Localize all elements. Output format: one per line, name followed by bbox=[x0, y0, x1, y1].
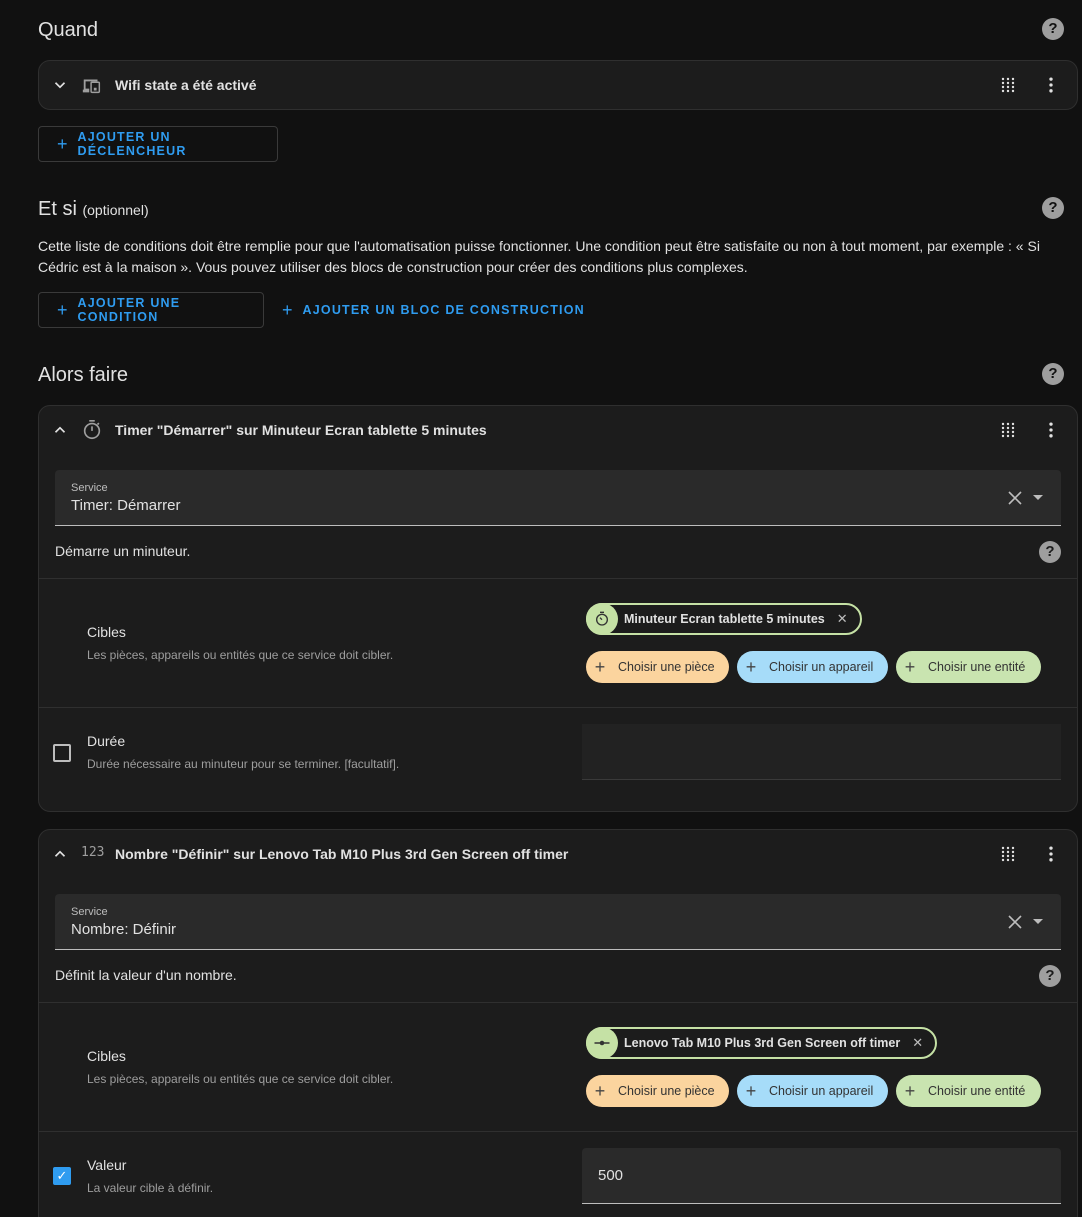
timer-icon bbox=[83, 420, 101, 440]
add-block-label: AJOUTER UN BLOC DE CONSTRUCTION bbox=[302, 303, 585, 317]
help-icon[interactable]: ? bbox=[1039, 965, 1061, 987]
target-entity-chip[interactable]: Minuteur Ecran tablette 5 minutes ✕ bbox=[586, 603, 862, 635]
choose-area-chip[interactable]: + Choisir une pièce bbox=[586, 1075, 729, 1107]
value-input[interactable]: 500 bbox=[582, 1148, 1061, 1204]
numeric-icon: 123 bbox=[81, 845, 105, 860]
section-title-alors: Alors faire bbox=[38, 364, 129, 386]
targets-title: Cibles bbox=[87, 624, 126, 640]
plus-icon: + bbox=[594, 656, 606, 677]
plus-icon: + bbox=[57, 133, 68, 154]
field-title: Durée bbox=[87, 733, 126, 749]
add-trigger-label: AJOUTER UN DÉCLENCHEUR bbox=[77, 130, 187, 158]
chevron-up-icon[interactable] bbox=[51, 845, 69, 863]
service-label: Service bbox=[71, 906, 108, 918]
more-vert-icon[interactable] bbox=[1041, 844, 1061, 864]
section-title-etsi: Et si (optionnel) bbox=[38, 198, 149, 221]
action-title: Nombre "Définir" sur Lenovo Tab M10 Plus… bbox=[115, 846, 569, 862]
dropdown-arrow-icon[interactable] bbox=[1033, 919, 1043, 924]
choose-area-label: Choisir une pièce bbox=[618, 660, 715, 674]
target-entity-label: Lenovo Tab M10 Plus 3rd Gen Screen off t… bbox=[624, 1036, 901, 1050]
value-checkbox[interactable]: ✓ bbox=[53, 1167, 71, 1185]
choose-device-chip[interactable]: + Choisir un appareil bbox=[737, 1075, 888, 1107]
target-entity-label: Minuteur Ecran tablette 5 minutes bbox=[624, 612, 825, 626]
choose-entity-label: Choisir une entité bbox=[928, 660, 1026, 674]
action-header[interactable]: 123 Nombre "Définir" sur Lenovo Tab M10 … bbox=[39, 830, 1077, 878]
timer-outline-icon bbox=[586, 603, 618, 635]
remove-chip-icon[interactable]: ✕ bbox=[912, 1035, 923, 1051]
add-trigger-button[interactable]: + AJOUTER UN DÉCLENCHEUR bbox=[38, 126, 278, 162]
duration-input[interactable] bbox=[582, 724, 1061, 780]
drag-handle-icon[interactable] bbox=[1001, 77, 1015, 93]
target-entity-chip[interactable]: Lenovo Tab M10 Plus 3rd Gen Screen off t… bbox=[586, 1027, 938, 1059]
choose-device-label: Choisir un appareil bbox=[769, 660, 874, 674]
action-card: 123 Nombre "Définir" sur Lenovo Tab M10 … bbox=[38, 829, 1078, 1217]
help-icon[interactable]: ? bbox=[1042, 18, 1064, 40]
value-text: 500 bbox=[598, 1167, 624, 1184]
service-value: Nombre: Définir bbox=[71, 921, 177, 938]
plus-icon: + bbox=[745, 656, 757, 677]
ray-vertex-icon bbox=[586, 1027, 618, 1059]
help-icon[interactable]: ? bbox=[1039, 541, 1061, 563]
choose-area-label: Choisir une pièce bbox=[618, 1084, 715, 1098]
remove-chip-icon[interactable]: ✕ bbox=[837, 611, 848, 627]
add-condition-button[interactable]: + AJOUTER UNE CONDITION bbox=[38, 292, 264, 328]
add-building-block-button[interactable]: + AJOUTER UN BLOC DE CONSTRUCTION bbox=[282, 292, 585, 328]
targets-title: Cibles bbox=[87, 1048, 126, 1064]
field-subtitle: La valeur cible à définir. bbox=[87, 1181, 214, 1195]
add-condition-label: AJOUTER UNE CONDITION bbox=[77, 296, 181, 324]
service-select[interactable]: Service Timer: Démarrer bbox=[55, 470, 1061, 526]
plus-icon: + bbox=[745, 1080, 757, 1101]
service-value: Timer: Démarrer bbox=[71, 497, 181, 514]
chevron-up-icon[interactable] bbox=[51, 421, 69, 439]
plus-icon: + bbox=[594, 1080, 606, 1101]
choose-entity-label: Choisir une entité bbox=[928, 1084, 1026, 1098]
action-header[interactable]: Timer "Démarrer" sur Minuteur Ecran tabl… bbox=[39, 406, 1077, 454]
clear-icon[interactable] bbox=[1007, 914, 1023, 930]
service-select[interactable]: Service Nombre: Définir bbox=[55, 894, 1061, 950]
help-icon[interactable]: ? bbox=[1042, 197, 1064, 219]
action-card: Timer "Démarrer" sur Minuteur Ecran tabl… bbox=[38, 405, 1078, 812]
field-title: Valeur bbox=[87, 1157, 127, 1173]
divider bbox=[39, 1131, 1077, 1132]
more-vert-icon[interactable] bbox=[1041, 420, 1061, 440]
divider bbox=[39, 578, 1077, 579]
choose-entity-chip[interactable]: + Choisir une entité bbox=[896, 1075, 1041, 1107]
help-icon[interactable]: ? bbox=[1042, 363, 1064, 385]
service-description: Démarre un minuteur. bbox=[55, 543, 191, 559]
drag-handle-icon[interactable] bbox=[1001, 846, 1015, 862]
divider bbox=[39, 1002, 1077, 1003]
trigger-card[interactable]: Wifi state a été activé bbox=[38, 60, 1078, 110]
divider bbox=[39, 707, 1077, 708]
optional-label: (optionnel) bbox=[82, 202, 149, 218]
choose-device-chip[interactable]: + Choisir un appareil bbox=[737, 651, 888, 683]
choose-device-label: Choisir un appareil bbox=[769, 1084, 874, 1098]
plus-icon: + bbox=[904, 1080, 916, 1101]
chevron-down-icon[interactable] bbox=[51, 76, 69, 94]
dropdown-arrow-icon[interactable] bbox=[1033, 495, 1043, 500]
choose-entity-chip[interactable]: + Choisir une entité bbox=[896, 651, 1041, 683]
targets-subtitle: Les pièces, appareils ou entités que ce … bbox=[87, 648, 394, 662]
plus-icon: + bbox=[57, 299, 68, 320]
field-subtitle: Durée nécessaire au minuteur pour se ter… bbox=[87, 757, 400, 771]
more-vert-icon[interactable] bbox=[1041, 75, 1061, 95]
trigger-title: Wifi state a été activé bbox=[115, 77, 257, 93]
service-label: Service bbox=[71, 482, 108, 494]
plus-icon: + bbox=[282, 299, 293, 320]
service-description: Définit la valeur d'un nombre. bbox=[55, 967, 237, 983]
etsi-title: Et si bbox=[38, 198, 77, 220]
clear-icon[interactable] bbox=[1007, 490, 1023, 506]
devices-icon bbox=[82, 79, 101, 94]
choose-area-chip[interactable]: + Choisir une pièce bbox=[586, 651, 729, 683]
section-title-quand: Quand bbox=[38, 19, 99, 41]
action-title: Timer "Démarrer" sur Minuteur Ecran tabl… bbox=[115, 422, 487, 438]
conditions-description: Cette liste de conditions doit être remp… bbox=[38, 238, 1040, 275]
targets-subtitle: Les pièces, appareils ou entités que ce … bbox=[87, 1072, 394, 1086]
duration-checkbox[interactable] bbox=[53, 744, 71, 762]
drag-handle-icon[interactable] bbox=[1001, 422, 1015, 438]
plus-icon: + bbox=[904, 656, 916, 677]
